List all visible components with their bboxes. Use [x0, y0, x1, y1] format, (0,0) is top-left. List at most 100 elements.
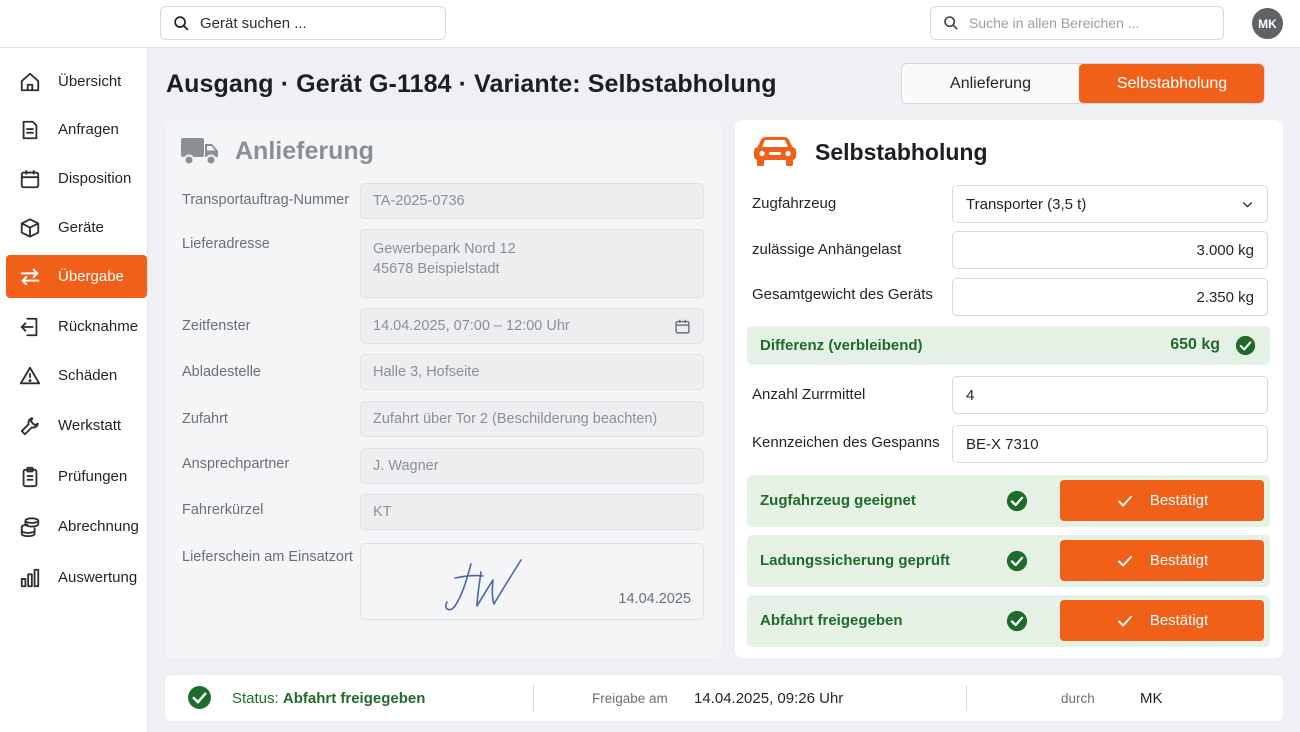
plate-label: Kennzeichen des Gespanns [752, 434, 940, 451]
pickup-panel: Selbstabholung Zugfahrzeug Transporter (… [735, 120, 1283, 658]
access-label: Zufahrt [182, 411, 228, 427]
towing-vehicle-value: Transporter (3,5 t) [966, 195, 1087, 213]
page-title: Ausgang · Gerät G-1184 · Variante: Selbs… [166, 70, 777, 98]
return-icon [18, 315, 42, 339]
contact-field: J. Wagner [360, 448, 704, 484]
timewindow-label: Zeitfenster [182, 318, 251, 334]
tab-delivery[interactable]: Anlieferung [902, 64, 1079, 103]
trailer-load-field[interactable]: 3.000 kg [952, 231, 1268, 269]
check-circle-icon [187, 685, 212, 715]
tab-pickup[interactable]: Selbstabholung [1079, 64, 1264, 103]
clipboard-icon [18, 465, 42, 489]
confirm-row-securing: Ladungssicherung geprüft Bestätigt [747, 535, 1270, 587]
contact-label: Ansprechpartner [182, 456, 290, 472]
calendar-icon [674, 318, 691, 339]
sidebar-item-overview[interactable]: Übersicht [6, 60, 147, 103]
car-icon [754, 137, 796, 166]
sidebar-item-label: Schäden [58, 367, 118, 384]
avatar[interactable]: MK [1252, 8, 1283, 39]
document-icon [18, 118, 42, 142]
sidebar-item-label: Anfragen [58, 121, 119, 138]
sidebar-item-requests[interactable]: Anfragen [6, 108, 147, 151]
sidebar-item-label: Rücknahme [58, 318, 139, 335]
global-search[interactable] [930, 6, 1224, 40]
checkmark-icon [1116, 552, 1134, 570]
sidebar-item-return[interactable]: Rücknahme [6, 305, 147, 348]
home-icon [18, 70, 42, 94]
swap-arrows-icon [18, 265, 42, 289]
divider [966, 685, 967, 711]
confirm-row-vehicle: Zugfahrzeug geeignet Bestätigt [747, 475, 1270, 527]
device-search[interactable] [160, 6, 446, 40]
chevron-down-icon [1241, 198, 1254, 215]
confirm-label: Zugfahrzeug geeignet [760, 492, 916, 509]
difference-value: 650 kg [1170, 336, 1220, 353]
address-field: Gewerbepark Nord 12 45678 Beispielstadt [360, 229, 704, 298]
check-circle-icon [1006, 490, 1028, 517]
access-field: Zufahrt über Tor 2 (Beschilderung beacht… [360, 401, 704, 437]
signature-box: 14.04.2025 [360, 543, 704, 620]
device-search-input[interactable] [200, 14, 430, 32]
delivery-note-label: Lieferschein am Einsatzort [182, 549, 353, 565]
confirm-label: Ladungssicherung geprüft [760, 552, 951, 569]
sidebar-item-label: Werkstatt [58, 417, 122, 434]
towing-vehicle-select[interactable]: Transporter (3,5 t) [952, 185, 1268, 223]
sidebar-item-damages[interactable]: Schäden [6, 354, 147, 397]
sidebar-item-inspections[interactable]: Prüfungen [6, 455, 147, 498]
search-icon [944, 16, 958, 30]
difference-row: Differenz (verbleibend) 650 kg [747, 326, 1270, 365]
release-value: 14.04.2025, 09:26 Uhr [694, 690, 844, 707]
sidebar-item-handover[interactable]: Übergabe [6, 255, 147, 298]
lashing-label: Anzahl Zurrmittel [752, 386, 866, 403]
trailer-load-label: zulässige Anhängelast [752, 241, 902, 258]
confirm-button-label: Bestätigt [1149, 552, 1209, 569]
driver-field: KT [360, 494, 704, 530]
towing-vehicle-label: Zugfahrzeug [752, 195, 837, 212]
divider [533, 685, 534, 711]
pickup-heading-text: Selbstabholung [815, 138, 988, 165]
status-prefix: Status: [232, 690, 279, 707]
release-label: Freigabe am [592, 691, 668, 706]
status-value: Abfahrt freigegeben [282, 690, 426, 707]
address-line2: 45678 Beispielstadt [373, 261, 500, 277]
unloading-field: Halle 3, Hofseite [360, 354, 704, 390]
sidebar-item-disposition[interactable]: Disposition [6, 157, 147, 200]
confirm-securing-button[interactable]: Bestätigt [1060, 540, 1264, 581]
sidebar-item-devices[interactable]: Geräte [6, 206, 147, 249]
driver-label: Fahrerkürzel [182, 502, 264, 518]
global-search-input[interactable] [969, 15, 1209, 31]
sidebar-item-workshop[interactable]: Werkstatt [6, 404, 147, 447]
sidebar-item-analytics[interactable]: Auswertung [6, 556, 147, 599]
sidebar: Übersicht Anfragen Disposition Geräte Üb… [0, 48, 148, 732]
by-value: MK [1140, 690, 1163, 707]
pickup-panel-heading: Selbstabholung [753, 136, 988, 168]
plate-field[interactable]: BE-X 7310 [952, 425, 1268, 463]
coins-icon [18, 515, 42, 539]
variant-toggle: Anlieferung Selbstabholung [901, 63, 1265, 104]
confirm-vehicle-button[interactable]: Bestätigt [1060, 480, 1264, 521]
status-bar: Status: Abfahrt freigegeben Freigabe am … [165, 675, 1283, 721]
bar-chart-icon [18, 566, 42, 590]
sidebar-item-label: Geräte [58, 219, 104, 236]
confirm-departure-button[interactable]: Bestätigt [1060, 600, 1264, 641]
device-weight-field[interactable]: 2.350 kg [952, 278, 1268, 316]
confirm-button-label: Bestätigt [1149, 492, 1209, 509]
wrench-icon [18, 414, 42, 438]
truck-icon [181, 138, 218, 166]
calendar-icon [18, 167, 42, 191]
order-number-field: TA-2025-0736 [360, 183, 704, 219]
box-icon [18, 216, 42, 240]
signature-image [445, 559, 522, 611]
confirm-label: Abfahrt freigegeben [760, 612, 903, 629]
sidebar-item-label: Übersicht [58, 73, 122, 90]
timewindow-field: 14.04.2025, 07:00 – 12:00 Uhr [360, 308, 704, 344]
by-label: durch [1061, 691, 1095, 706]
delivery-panel: Anlieferung Transportauftrag-Nummer TA-2… [165, 120, 721, 658]
checkmark-icon [1116, 612, 1134, 630]
sidebar-item-billing[interactable]: Abrechnung [6, 505, 147, 548]
address-label: Lieferadresse [182, 236, 270, 252]
check-circle-icon [1235, 335, 1256, 361]
lashing-field[interactable]: 4 [952, 376, 1268, 414]
sidebar-item-label: Übergabe [58, 268, 124, 285]
delivery-heading-text: Anlieferung [235, 136, 374, 165]
